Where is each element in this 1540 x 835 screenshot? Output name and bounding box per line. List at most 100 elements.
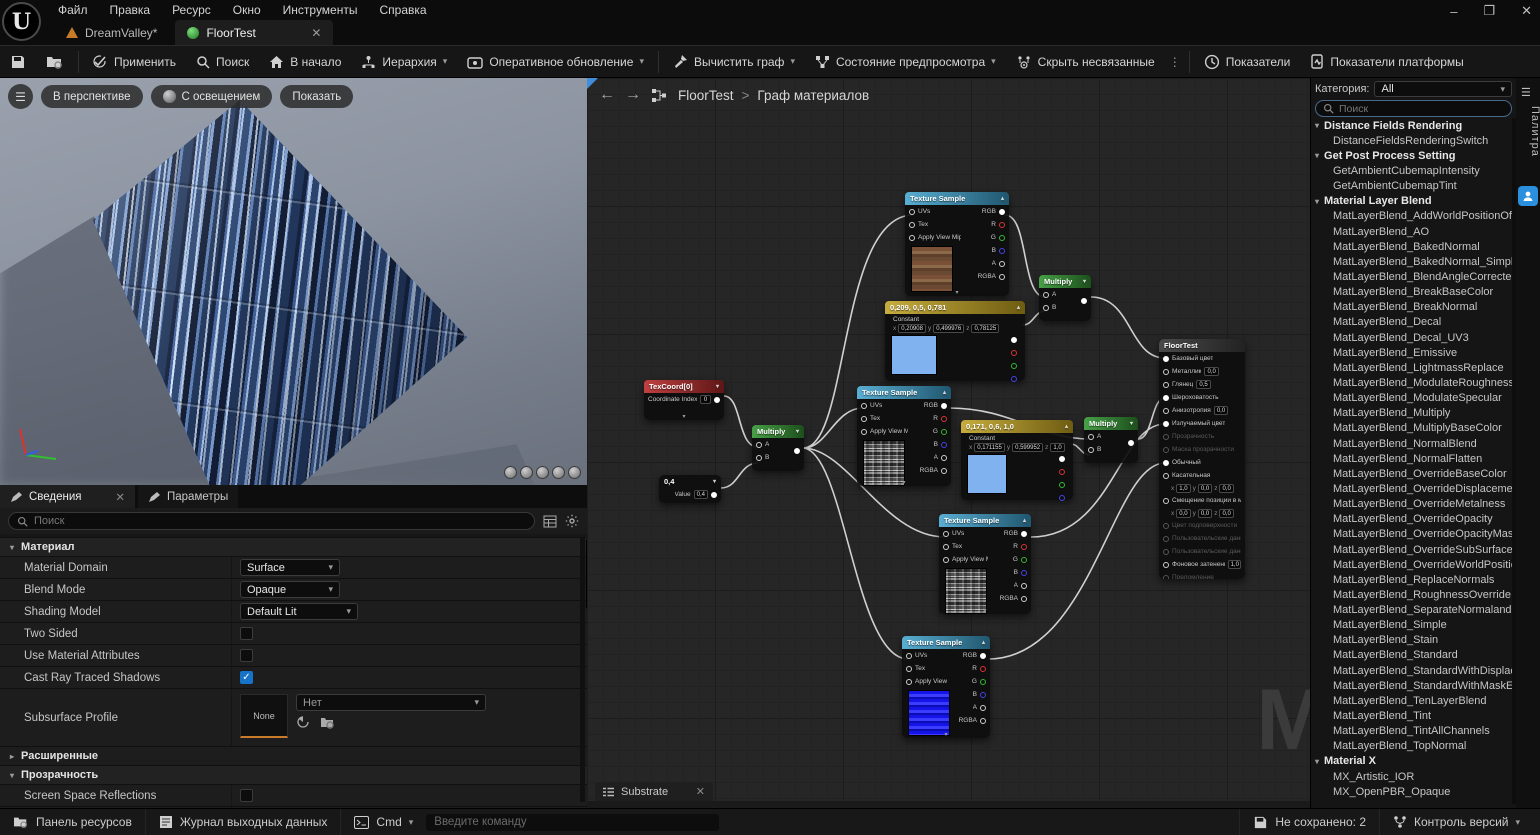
output-pin[interactable] — [941, 429, 947, 435]
unsaved-button[interactable]: Не сохранено: 2 — [1239, 809, 1379, 835]
output-pin[interactable] — [980, 666, 986, 672]
palette-item[interactable]: MatLayerBlend_NormalBlend — [1311, 436, 1516, 451]
palette-item[interactable]: DistanceFieldsRenderingSwitch — [1311, 133, 1516, 148]
home-button[interactable]: В начало — [259, 46, 351, 77]
const-z-field[interactable]: 1,0 — [1050, 443, 1064, 452]
material-graph[interactable]: M ← → Flo — [587, 78, 1310, 808]
material-input-pin[interactable] — [1163, 549, 1169, 555]
input-pin[interactable] — [1088, 434, 1094, 440]
input-pin[interactable] — [906, 666, 912, 672]
node-constant3-2[interactable]: 0,171, 0,6, 1,0▴ Constant x0,171155 y0,5… — [961, 420, 1073, 500]
gear-icon[interactable] — [565, 514, 579, 528]
browse-button[interactable] — [36, 46, 74, 77]
tab-close-icon[interactable]: ✕ — [115, 490, 125, 504]
live-update-button[interactable]: Оперативное обновление▾ — [457, 46, 654, 77]
person-icon[interactable] — [1518, 186, 1538, 206]
palette-item[interactable]: MatLayerBlend_BlendAngleCorrected — [1311, 269, 1516, 284]
palette-item[interactable]: MatLayerBlend_MultiplyBaseColor — [1311, 421, 1516, 436]
palette-item[interactable]: MatLayerBlend_Tint — [1311, 708, 1516, 723]
output-pin[interactable] — [941, 442, 947, 448]
output-pin[interactable] — [1128, 440, 1134, 446]
material-input-pin[interactable] — [1163, 460, 1169, 466]
output-pin[interactable] — [1021, 583, 1027, 589]
minimize-button[interactable]: – — [1450, 4, 1457, 19]
output-pin[interactable] — [999, 222, 1005, 228]
input-pin[interactable] — [756, 455, 762, 461]
preview-shape-cube[interactable] — [552, 466, 565, 479]
breadcrumb-page[interactable]: Граф материалов — [757, 88, 869, 103]
coord-index-field[interactable]: 0 — [700, 395, 711, 404]
preview-shape-sphere[interactable] — [520, 466, 533, 479]
palette-item[interactable]: MX_OpenPBR_Opaque — [1311, 784, 1516, 799]
palette-item[interactable]: MatLayerBlend_OverrideOpacity — [1311, 512, 1516, 527]
output-pin-g[interactable] — [1059, 482, 1065, 488]
const-z-field[interactable]: 0,78125 — [971, 324, 999, 333]
output-pin[interactable] — [980, 718, 986, 724]
lit-button[interactable]: С освещением — [151, 85, 273, 108]
material-input-pin[interactable] — [1163, 447, 1169, 453]
tab-close-icon[interactable]: ✕ — [696, 785, 705, 798]
preview-state-button[interactable]: Состояние предпросмотра▾ — [805, 46, 1006, 77]
output-pin[interactable] — [1059, 456, 1065, 462]
output-pin[interactable] — [714, 397, 720, 403]
preview-shape-mesh[interactable] — [568, 466, 581, 479]
viewport-menu-icon[interactable]: ☰ — [8, 84, 33, 109]
texture-thumbnail-wood[interactable] — [911, 246, 953, 292]
material-input-pin[interactable] — [1163, 434, 1169, 440]
menu-item[interactable]: Справка — [369, 1, 436, 19]
palette-item[interactable]: MatLayerBlend_ReplaceNormals — [1311, 572, 1516, 587]
menu-item[interactable]: Правка — [100, 1, 161, 19]
palette-item[interactable]: Material X — [1311, 754, 1516, 769]
category-dropdown[interactable]: All▾ — [1374, 81, 1512, 97]
output-pin[interactable] — [1021, 557, 1027, 563]
palette-item[interactable]: MatLayerBlend_LightmassReplace — [1311, 360, 1516, 375]
output-pin[interactable] — [980, 692, 986, 698]
palette-item[interactable]: MatLayerBlend_SeparateNormalandC — [1311, 603, 1516, 618]
node-texture-sample-3[interactable]: Texture Sample▴ UVsTexApply View MipBias… — [939, 514, 1031, 614]
node-texture-sample-1[interactable]: Texture Sample▴ UVsTexApply View MipBias… — [905, 192, 1009, 296]
output-pin[interactable] — [1081, 298, 1087, 304]
unreal-logo-icon[interactable]: U — [2, 2, 41, 41]
palette-item[interactable]: Get Post Process Setting — [1311, 148, 1516, 163]
output-pin[interactable] — [980, 705, 986, 711]
material-input-pin[interactable] — [1163, 523, 1169, 529]
node-constant3-1[interactable]: 0,209, 0,5, 0,781▴ Constant x0,20908 y0,… — [885, 301, 1025, 381]
palette-item[interactable]: MatLayerBlend_Multiply — [1311, 406, 1516, 421]
palette-item[interactable]: MatLayerBlend_StandardWithDisplac — [1311, 663, 1516, 678]
perspective-button[interactable]: В перспективе — [41, 85, 143, 108]
output-pin-r[interactable] — [1059, 469, 1065, 475]
material-preview-viewport[interactable]: ☰ В перспективе С освещением Показать — [0, 78, 587, 485]
palette-item[interactable]: MatLayerBlend_NormalFlatten — [1311, 451, 1516, 466]
palette-item[interactable]: MatLayerBlend_OverrideOpacityMas — [1311, 527, 1516, 542]
input-pin[interactable] — [943, 557, 949, 563]
input-pin[interactable] — [861, 429, 867, 435]
substrate-tab[interactable]: Substrate ✕ — [595, 782, 713, 801]
ssr-checkbox[interactable] — [240, 789, 253, 802]
node-multiply-3[interactable]: Multiply▾ AB — [1084, 417, 1138, 463]
menu-item[interactable]: Ресурс — [162, 1, 221, 19]
output-pin[interactable] — [999, 209, 1005, 215]
output-pin-b[interactable] — [1059, 495, 1065, 501]
palette-search-input[interactable]: Поиск — [1315, 100, 1512, 117]
palette-vertical-tab[interactable]: Палитра — [1517, 106, 1540, 157]
node-floortest-main[interactable]: FloorTest Базовый цвет x y z — [1159, 339, 1245, 579]
palette-item[interactable]: MatLayerBlend_OverrideDisplaceme — [1311, 481, 1516, 496]
palette-item[interactable]: MatLayerBlend_ModulateSpecular — [1311, 391, 1516, 406]
palette-item[interactable]: MatLayerBlend_BakedNormal — [1311, 239, 1516, 254]
input-pin[interactable] — [943, 531, 949, 537]
palette-item[interactable]: GetAmbientCubemapIntensity — [1311, 163, 1516, 178]
use-material-attributes-checkbox[interactable] — [240, 649, 253, 662]
material-input-pin[interactable] — [1163, 408, 1169, 414]
input-pin[interactable] — [1043, 305, 1049, 311]
menu-item[interactable]: Инструменты — [273, 1, 368, 19]
tab-parameters[interactable]: Параметры — [138, 485, 238, 508]
back-button[interactable]: ← — [599, 86, 615, 104]
output-pin[interactable] — [1021, 596, 1027, 602]
node-multiply-2[interactable]: Multiply▾ AB — [752, 425, 804, 471]
preview-shape-cylinder[interactable] — [504, 466, 517, 479]
clean-graph-button[interactable]: Вычистить граф▾ — [663, 46, 805, 77]
output-pin[interactable] — [1011, 337, 1017, 343]
material-input-pin[interactable] — [1163, 473, 1169, 479]
breadcrumb-asset[interactable]: FloorTest — [678, 88, 734, 103]
palette-item[interactable]: MatLayerBlend_BakedNormal_Simple — [1311, 254, 1516, 269]
